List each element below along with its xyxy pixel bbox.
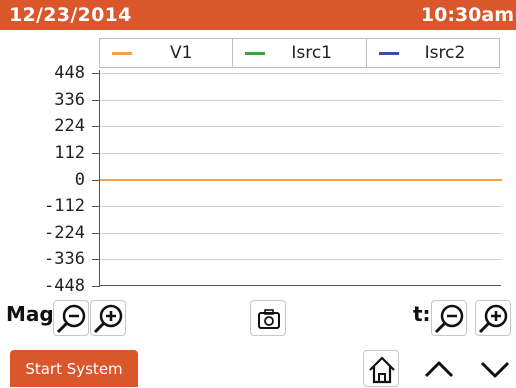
y-tick-label: 224 xyxy=(54,116,85,137)
home-button[interactable] xyxy=(363,350,399,387)
y-tick-label: -224 xyxy=(44,222,85,243)
time-zoom-out-button[interactable] xyxy=(431,300,467,336)
home-icon xyxy=(369,356,395,384)
gridline xyxy=(100,259,502,261)
y-tick xyxy=(92,99,100,101)
y-tick-label: -112 xyxy=(44,196,85,217)
gridline xyxy=(100,99,502,101)
y-tick xyxy=(92,232,100,234)
zoom-in-icon xyxy=(93,304,123,334)
legend-item-isrc2: Isrc2 xyxy=(367,39,499,67)
mag-zoom-in-button[interactable] xyxy=(90,300,126,336)
y-tick xyxy=(92,259,100,261)
time-display: 10:30am xyxy=(420,4,514,26)
y-tick-label: -448 xyxy=(44,276,85,296)
y-tick xyxy=(92,286,100,287)
snapshot-button[interactable] xyxy=(250,300,286,336)
legend-item-v1: V1 xyxy=(100,39,234,67)
legend-item-isrc1: Isrc1 xyxy=(233,39,367,67)
y-tick xyxy=(92,179,100,181)
y-tick xyxy=(92,152,100,154)
zoom-out-icon xyxy=(434,304,464,334)
plot-area xyxy=(92,70,502,287)
chevron-down-icon[interactable] xyxy=(477,355,513,383)
gridline xyxy=(100,73,502,74)
y-tick xyxy=(92,126,100,128)
gridline xyxy=(100,126,502,128)
legend-label: V1 xyxy=(170,43,193,63)
legend-label: Isrc1 xyxy=(291,43,332,63)
zoom-out-icon xyxy=(56,304,86,334)
y-tick-label: 448 xyxy=(54,63,85,83)
legend-swatch xyxy=(112,52,132,55)
date-display: 12/23/2014 xyxy=(9,4,132,26)
zoom-in-icon xyxy=(478,304,508,334)
time-label: t: xyxy=(413,302,431,326)
series-line-v1 xyxy=(100,178,502,181)
y-tick-label: 112 xyxy=(54,142,85,163)
gridline xyxy=(100,152,502,154)
legend-swatch xyxy=(245,52,266,55)
legend-label: Isrc2 xyxy=(424,43,466,63)
status-bar: 12/23/2014 10:30am xyxy=(0,0,516,30)
time-zoom-in-button[interactable] xyxy=(475,300,511,336)
gridline xyxy=(100,206,502,208)
mag-zoom-out-button[interactable] xyxy=(53,300,89,336)
y-tick xyxy=(92,206,100,208)
gridline xyxy=(100,232,502,234)
legend-swatch xyxy=(378,52,399,55)
chevron-up-icon[interactable] xyxy=(421,355,457,383)
chart-legend: V1 Isrc1 Isrc2 xyxy=(99,38,500,68)
camera-icon xyxy=(258,309,280,329)
start-system-button[interactable]: Start System xyxy=(10,350,138,387)
y-tick-label: 0 xyxy=(74,169,85,190)
y-tick-label: 336 xyxy=(54,89,85,110)
y-tick-label: -336 xyxy=(44,249,85,270)
y-tick xyxy=(92,73,100,74)
